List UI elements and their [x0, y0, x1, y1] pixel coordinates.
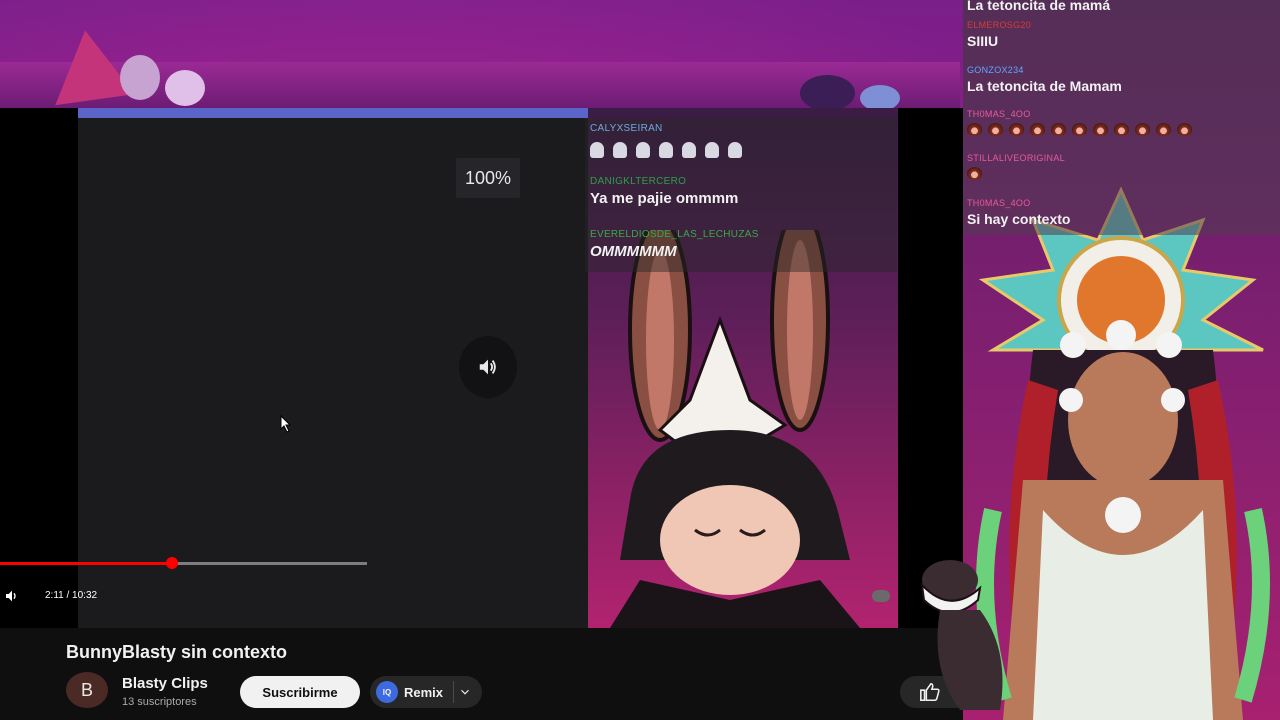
emote-icon — [1009, 123, 1024, 136]
volume-button[interactable] — [459, 336, 517, 398]
avatar-face — [1068, 352, 1178, 488]
chat-text: La tetoncita de Mamam — [967, 78, 1122, 94]
volume-icon — [479, 359, 496, 375]
emote-row — [967, 123, 1198, 141]
inner-chat-username: DANIGKLTERCERO — [590, 176, 687, 187]
chat-message: ELMEROSG20 SIIIU — [967, 20, 1031, 49]
channel-name[interactable]: Blasty Clips — [122, 675, 208, 692]
ghost-emotes — [590, 142, 751, 163]
ghost-emote-icon — [613, 142, 627, 158]
ghost-emote-icon — [659, 142, 673, 158]
subscriber-count: 13 suscriptores — [122, 696, 197, 708]
emote-icon — [1093, 123, 1108, 136]
chat-username: STILLALIVEORIGINAL — [967, 153, 1065, 163]
progress-scrubber-handle[interactable] — [166, 557, 178, 569]
chat-message: STILLALIVEORIGINAL — [967, 153, 1065, 185]
chat-username: TH0MAS_4OO — [967, 109, 1031, 119]
chat-username: GONZOX234 — [967, 65, 1024, 75]
chat-username: TH0MAS_4OO — [967, 198, 1031, 208]
remix-label: Remix — [404, 684, 444, 700]
emote-icon — [1030, 123, 1045, 136]
emote-icon — [1177, 123, 1192, 136]
ghost-emote-icon — [728, 142, 742, 158]
playback-time: 2:11 / 10:32 — [45, 590, 98, 601]
remix-button[interactable]: IQ Remix — [370, 676, 482, 708]
background-pyramid — [45, 24, 135, 106]
video-title: BunnyBlasty sin contexto — [66, 642, 288, 662]
mouse-cursor-icon — [280, 415, 292, 433]
chevron-down-icon[interactable] — [458, 685, 472, 699]
background-figure — [165, 70, 205, 106]
chat-message: TH0MAS_4OO Si hay contexto — [967, 198, 1070, 227]
background-figure — [800, 75, 855, 111]
channel-avatar[interactable]: B — [66, 672, 108, 708]
emote-icon — [1072, 123, 1087, 136]
ghost-emote-icon — [590, 142, 604, 158]
background-figure — [120, 55, 160, 100]
chat-message: GONZOX234 La tetoncita de Mamam — [967, 65, 1122, 94]
emote-icon — [1135, 123, 1150, 136]
chat-message: TH0MAS_4OO — [967, 109, 1198, 141]
stream-chat: La tetoncita de mamá ELMEROSG20 SIIIU GO… — [963, 0, 1280, 235]
video-letterbox-left — [0, 108, 78, 628]
inner-chat-username: EVERELDIOSDE_LAS_LECHUZAS — [590, 229, 759, 240]
chat-text: Si hay contexto — [967, 211, 1071, 227]
inner-chat-overlay: CALYXSEIRAN DANIGKLTERCERO Ya me pajie o… — [585, 118, 897, 272]
emote-icon — [1156, 123, 1171, 136]
inner-chat-username: CALYXSEIRAN — [590, 123, 663, 134]
inner-chat-message: DANIGKLTERCERO Ya me pajie ommmm — [590, 176, 738, 207]
ghost-emote-icon — [636, 142, 650, 158]
remix-divider — [453, 681, 455, 703]
emote-icon — [967, 123, 982, 136]
ghost-emote-icon — [682, 142, 696, 158]
chat-text: SIIIU — [967, 33, 999, 49]
mascot-creature — [920, 560, 1003, 710]
inner-chat-text: Ya me pajie ommmm — [590, 190, 739, 207]
emote-row — [967, 167, 1065, 185]
subscribe-button[interactable]: Suscribirme — [240, 676, 360, 708]
emote-icon — [967, 167, 982, 180]
autoplay-toggle[interactable] — [872, 590, 890, 602]
chat-text: La tetoncita de mamá — [967, 0, 1111, 13]
bunny-face — [660, 485, 800, 595]
inner-chat-text: OMMMMMM — [590, 243, 677, 260]
chat-message: La tetoncita de mamá — [967, 0, 1110, 13]
remix-badge-icon: IQ — [376, 681, 398, 703]
emote-icon — [1114, 123, 1129, 136]
inner-chat-message: EVERELDIOSDE_LAS_LECHUZAS OMMMMMM — [590, 229, 759, 260]
bunny-character — [610, 230, 860, 628]
zoom-level-indicator: 100% — [456, 158, 520, 198]
emote-icon — [1051, 123, 1066, 136]
emote-icon — [988, 123, 1003, 136]
chat-username: ELMEROSG20 — [967, 20, 1032, 30]
inner-chat-message: CALYXSEIRAN — [590, 123, 751, 163]
mute-button-icon[interactable] — [4, 588, 20, 604]
ghost-emote-icon — [705, 142, 719, 158]
progress-bar-played — [0, 562, 172, 565]
